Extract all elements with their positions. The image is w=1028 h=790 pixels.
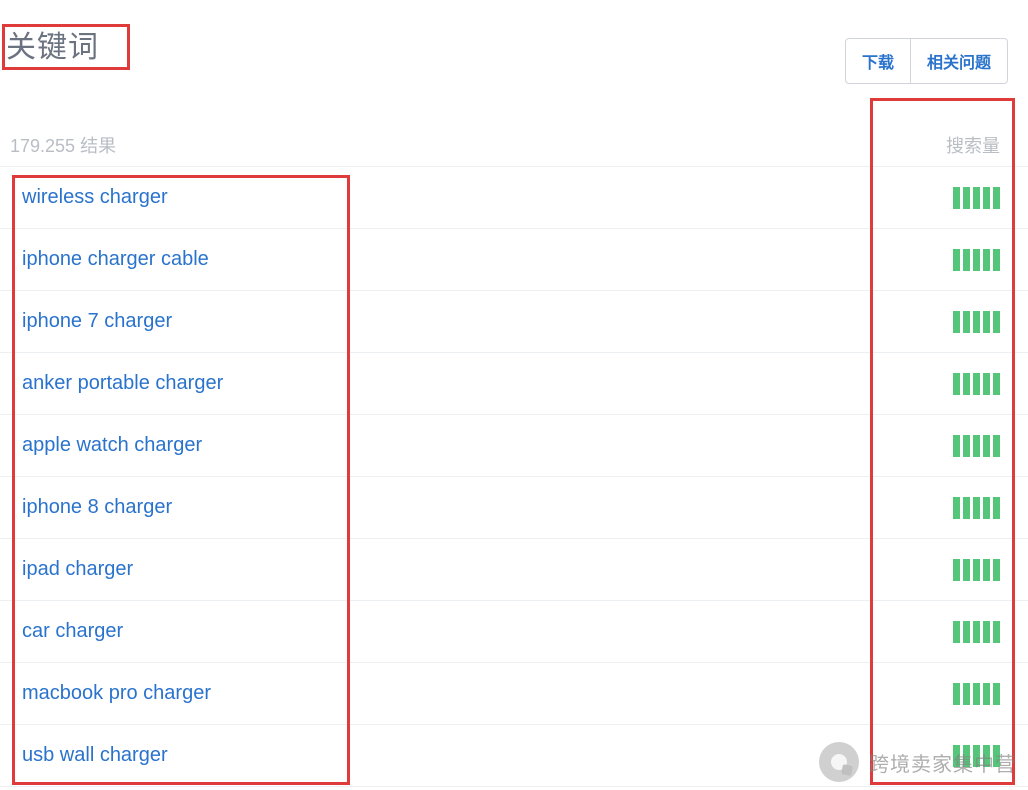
- volume-bars: [953, 497, 1000, 519]
- volume-bar: [993, 497, 1000, 519]
- table-row: ipad charger: [0, 539, 1028, 601]
- volume-bar: [953, 621, 960, 643]
- volume-bar: [993, 683, 1000, 705]
- volume-bars: [953, 249, 1000, 271]
- watermark-text: 跨境卖家集中营: [869, 748, 1016, 777]
- table-row: macbook pro charger: [0, 663, 1028, 725]
- volume-bar: [983, 249, 990, 271]
- volume-bars: [953, 373, 1000, 395]
- volume-bar: [973, 187, 980, 209]
- button-group: 下载 相关问题: [845, 38, 1008, 84]
- volume-bars: [953, 311, 1000, 333]
- volume-bars: [953, 621, 1000, 643]
- volume-bars: [953, 683, 1000, 705]
- volume-bar: [973, 311, 980, 333]
- volume-bars: [953, 187, 1000, 209]
- volume-bar: [953, 683, 960, 705]
- table-row: car charger: [0, 601, 1028, 663]
- related-questions-button[interactable]: 相关问题: [911, 38, 1008, 84]
- volume-bar: [963, 249, 970, 271]
- volume-bar: [963, 373, 970, 395]
- table-row: iphone 7 charger: [0, 291, 1028, 353]
- volume-bar: [963, 683, 970, 705]
- keyword-link[interactable]: car charger: [22, 620, 123, 643]
- volume-bars: [953, 559, 1000, 581]
- volume-bar: [983, 187, 990, 209]
- result-number: 179.255: [10, 136, 75, 156]
- volume-bar: [993, 559, 1000, 581]
- volume-bar: [993, 373, 1000, 395]
- volume-bar: [983, 435, 990, 457]
- volume-bar: [983, 621, 990, 643]
- volume-bar: [973, 435, 980, 457]
- volume-bar: [963, 621, 970, 643]
- volume-bars: [953, 435, 1000, 457]
- volume-bar: [953, 311, 960, 333]
- volume-bar: [953, 435, 960, 457]
- volume-bar: [973, 373, 980, 395]
- volume-bar: [993, 621, 1000, 643]
- keyword-link[interactable]: anker portable charger: [22, 372, 223, 395]
- keyword-table: wireless charger iphone charger cable ipho…: [0, 166, 1028, 787]
- keyword-link[interactable]: ipad charger: [22, 558, 133, 581]
- keyword-link[interactable]: iphone 7 charger: [22, 310, 172, 333]
- table-row: iphone 8 charger: [0, 477, 1028, 539]
- column-header-volume: 搜索量: [946, 132, 1000, 158]
- volume-bar: [963, 435, 970, 457]
- volume-bar: [983, 683, 990, 705]
- table-row: iphone charger cable: [0, 229, 1028, 291]
- volume-bar: [973, 249, 980, 271]
- volume-bar: [953, 187, 960, 209]
- volume-bar: [973, 497, 980, 519]
- wechat-icon: [819, 742, 859, 782]
- table-row: apple watch charger: [0, 415, 1028, 477]
- page-title: 关键词: [6, 28, 99, 67]
- keyword-link[interactable]: iphone 8 charger: [22, 496, 172, 519]
- volume-bar: [983, 559, 990, 581]
- volume-bar: [993, 435, 1000, 457]
- volume-bar: [953, 559, 960, 581]
- volume-bar: [963, 559, 970, 581]
- volume-bar: [993, 187, 1000, 209]
- volume-bar: [963, 187, 970, 209]
- result-count: 179.255 结果: [10, 132, 116, 158]
- volume-bar: [963, 311, 970, 333]
- keyword-link[interactable]: macbook pro charger: [22, 682, 211, 705]
- volume-bar: [973, 683, 980, 705]
- watermark: 跨境卖家集中营: [819, 742, 1016, 782]
- keyword-link[interactable]: wireless charger: [22, 186, 168, 209]
- volume-bar: [983, 497, 990, 519]
- download-button[interactable]: 下载: [845, 38, 911, 84]
- volume-bar: [973, 559, 980, 581]
- result-suffix: 结果: [80, 136, 116, 156]
- volume-bar: [953, 249, 960, 271]
- table-row: wireless charger: [0, 167, 1028, 229]
- keyword-link[interactable]: apple watch charger: [22, 434, 202, 457]
- keyword-link[interactable]: usb wall charger: [22, 744, 168, 767]
- volume-bar: [983, 373, 990, 395]
- volume-bar: [993, 311, 1000, 333]
- keyword-link[interactable]: iphone charger cable: [22, 248, 209, 271]
- volume-bar: [983, 311, 990, 333]
- volume-bar: [953, 373, 960, 395]
- volume-bar: [963, 497, 970, 519]
- volume-bar: [993, 249, 1000, 271]
- volume-bar: [973, 621, 980, 643]
- table-row: anker portable charger: [0, 353, 1028, 415]
- volume-bar: [953, 497, 960, 519]
